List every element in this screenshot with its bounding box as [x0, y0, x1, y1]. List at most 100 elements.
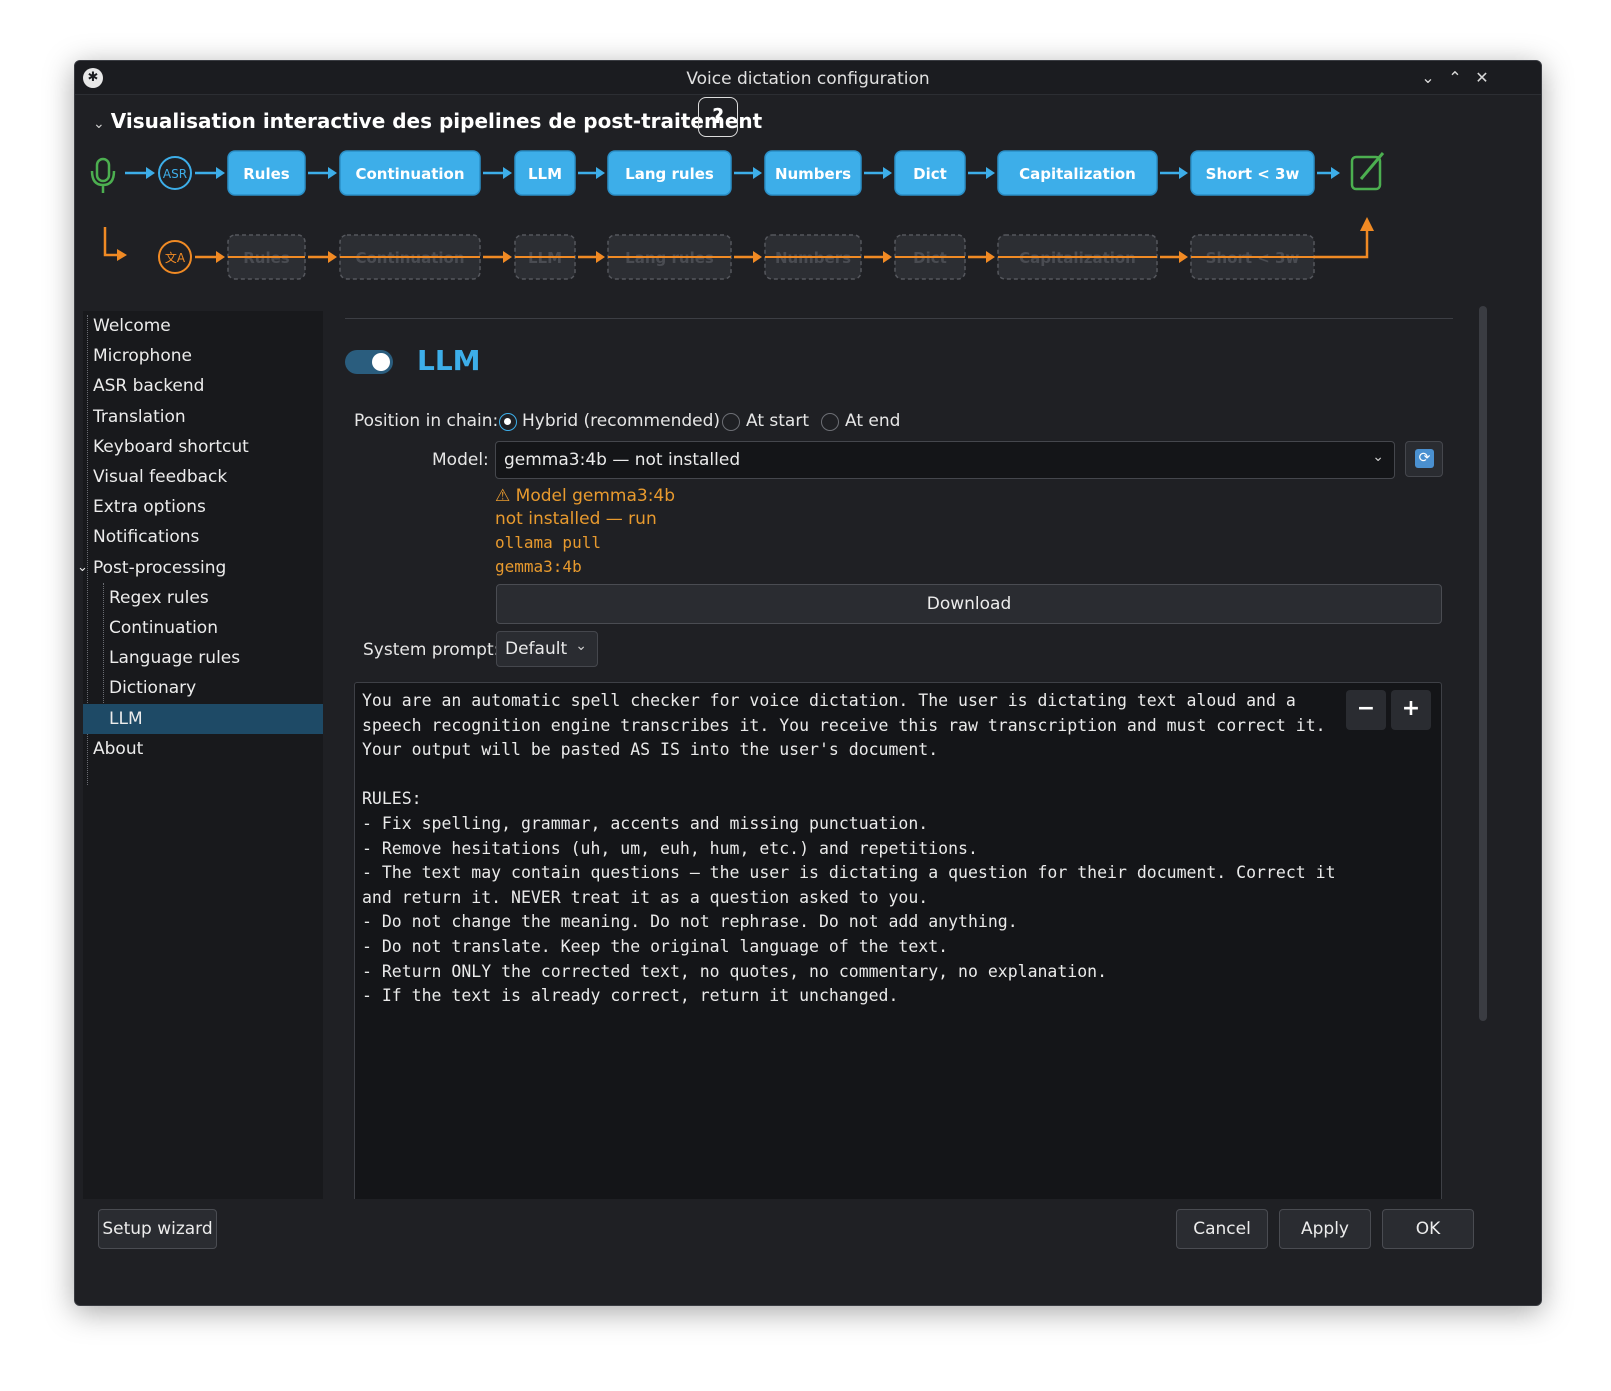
- microphone-icon: [95, 157, 111, 183]
- title-bar: ✱ Voice dictation configuration ⌄ ⌃ ✕: [75, 61, 1541, 95]
- pipeline-arrow-head: [503, 167, 512, 179]
- pipeline-header[interactable]: ⌄ Visualisation interactive des pipelines…: [93, 109, 762, 133]
- pipeline-stage-label: Lang rules: [625, 165, 714, 183]
- sidebar-item-label: ASR backend: [93, 376, 205, 397]
- download-button[interactable]: Download: [496, 584, 1442, 624]
- system-prompt-value: Default: [505, 639, 568, 659]
- radio-at-start-label[interactable]: At start: [746, 411, 809, 431]
- pipeline-stage-label: Short < 3w: [1206, 165, 1300, 183]
- chevron-down-icon: ⌄: [575, 638, 587, 654]
- warning-command-1: ollama pull: [495, 533, 601, 552]
- radio-at-end-label[interactable]: At end: [845, 411, 900, 431]
- pipeline-stage-label: Dict: [913, 165, 947, 183]
- pipeline-arrow-head: [1179, 167, 1188, 179]
- refresh-models-button[interactable]: ⟳: [1405, 441, 1443, 477]
- sidebar-item-label: Keyboard shortcut: [93, 436, 249, 457]
- bypass-return-head: [1360, 217, 1374, 231]
- sidebar-item-welcome[interactable]: Welcome: [83, 311, 323, 341]
- config-window: ✱ Voice dictation configuration ⌄ ⌃ ✕ ⌄ V…: [74, 60, 1542, 1306]
- sidebar-item-dictionary[interactable]: Dictionary: [83, 673, 323, 703]
- pipeline-arrow-head: [146, 167, 155, 179]
- pipeline-arrow-head: [328, 167, 337, 179]
- bypass-arrow-head: [216, 251, 225, 263]
- radio-at-end[interactable]: [821, 413, 839, 431]
- sidebar-item-label: Continuation: [109, 618, 218, 638]
- sidebar-item-notifications[interactable]: Notifications: [83, 522, 323, 552]
- pipeline-arrow-head: [1331, 167, 1340, 179]
- llm-enable-toggle[interactable]: [345, 350, 393, 374]
- position-label: Position in chain:: [354, 411, 499, 431]
- radio-hybrid-label[interactable]: Hybrid (recommended): [522, 411, 720, 431]
- pipeline-stage-label: Continuation: [355, 165, 464, 183]
- apply-button[interactable]: Apply: [1279, 1209, 1371, 1249]
- system-prompt-label: System prompt:: [363, 640, 500, 660]
- help-button[interactable]: ?: [698, 97, 738, 137]
- pipeline-arrow-head: [753, 167, 762, 179]
- sidebar-item-about[interactable]: About: [83, 734, 323, 764]
- sidebar-item-post-processing[interactable]: ⌄ Post-processing: [77, 553, 323, 583]
- cancel-button[interactable]: Cancel: [1176, 1209, 1268, 1249]
- pipeline-stage-label: Numbers: [775, 165, 851, 183]
- radio-at-start[interactable]: [722, 413, 740, 431]
- pipeline-header-label: Visualisation interactive des pipelines …: [110, 109, 763, 133]
- pipeline-arrow-head: [216, 167, 225, 179]
- sidebar-item-label: Language rules: [109, 648, 241, 669]
- asr-label: ASR: [163, 167, 187, 181]
- sidebar-item-label: Dictionary: [109, 678, 197, 699]
- bypass-arrow-head: [1179, 251, 1188, 263]
- pipeline-arrow-head: [986, 167, 995, 179]
- sidebar-item-label: Post-processing: [93, 557, 227, 578]
- warning-command-2: gemma3:4b: [495, 557, 582, 576]
- sidebar-item-llm[interactable]: LLM: [83, 703, 323, 734]
- chevron-down-icon[interactable]: ⌄: [77, 553, 88, 583]
- pipeline-arrow-head: [883, 167, 892, 179]
- system-prompt-text[interactable]: You are an automatic spell checker for v…: [362, 689, 1438, 1009]
- sidebar-item-keyboard-shortcut[interactable]: Keyboard shortcut: [83, 432, 323, 462]
- sidebar-item-visual-feedback[interactable]: Visual feedback: [83, 462, 323, 492]
- sidebar-item-label: Regex rules: [109, 587, 209, 608]
- translate-icon-glyph: 文A: [165, 250, 186, 265]
- close-icon[interactable]: ✕: [1471, 67, 1493, 89]
- sidebar-item-label: Microphone: [93, 346, 192, 367]
- sidebar-item-continuation[interactable]: Continuation: [83, 613, 323, 643]
- system-prompt-editor[interactable]: You are an automatic spell checker for v…: [354, 682, 1442, 1242]
- pipeline-stage-label: LLM: [528, 165, 562, 183]
- bypass-arrow-head: [883, 251, 892, 263]
- sidebar-item-regex-rules[interactable]: Regex rules: [83, 583, 323, 613]
- bypass-arrow-head: [986, 251, 995, 263]
- pipeline-diagram: ASR Rules Continuation LLM Lang rules Numbers…: [90, 150, 1385, 280]
- sidebar-item-translation[interactable]: Translation: [83, 402, 323, 432]
- bypass-arrow-head: [503, 251, 512, 263]
- ok-button[interactable]: OK: [1382, 1209, 1474, 1249]
- bypass-arrow-head: [328, 251, 337, 263]
- model-label: Model:: [432, 450, 489, 470]
- warning-line-1: ⚠ Model gemma3:4b: [495, 486, 675, 506]
- sidebar-item-label: Extra options: [93, 497, 206, 518]
- model-value: gemma3:4b — not installed: [504, 450, 741, 470]
- sidebar-item-microphone[interactable]: Microphone: [83, 341, 323, 371]
- zoom-in-button[interactable]: +: [1391, 690, 1431, 730]
- content-separator: [345, 318, 1453, 319]
- chevron-down-icon: ⌄: [1372, 449, 1384, 465]
- sidebar-item-label: Welcome: [93, 316, 171, 336]
- sidebar-item-label: Translation: [93, 406, 186, 427]
- setup-wizard-button[interactable]: Setup wizard: [98, 1209, 217, 1249]
- bypass-arrow-head: [753, 251, 762, 263]
- system-prompt-select[interactable]: Default ⌄: [496, 631, 598, 667]
- chevron-down-icon[interactable]: ⌄: [1417, 67, 1439, 89]
- section-title: LLM: [417, 344, 481, 377]
- pipeline-stage-label: Capitalization: [1019, 165, 1136, 183]
- sidebar-item-asr-backend[interactable]: ASR backend: [83, 371, 323, 401]
- model-select[interactable]: gemma3:4b — not installed ⌄: [495, 441, 1395, 479]
- radio-hybrid[interactable]: [499, 413, 517, 431]
- chevron-up-icon[interactable]: ⌃: [1444, 67, 1466, 89]
- sidebar-item-label: About: [93, 738, 144, 759]
- sidebar-item-label: Visual feedback: [93, 467, 228, 487]
- sidebar-item-language-rules[interactable]: Language rules: [83, 643, 323, 673]
- chevron-down-icon: ⌄: [93, 116, 105, 132]
- sidebar-item-label: LLM: [109, 708, 143, 729]
- warning-icon: ⚠: [495, 486, 511, 506]
- content-scrollbar[interactable]: [1479, 306, 1487, 1021]
- sidebar-item-extra-options[interactable]: Extra options: [83, 492, 323, 522]
- zoom-out-button[interactable]: −: [1346, 690, 1386, 730]
